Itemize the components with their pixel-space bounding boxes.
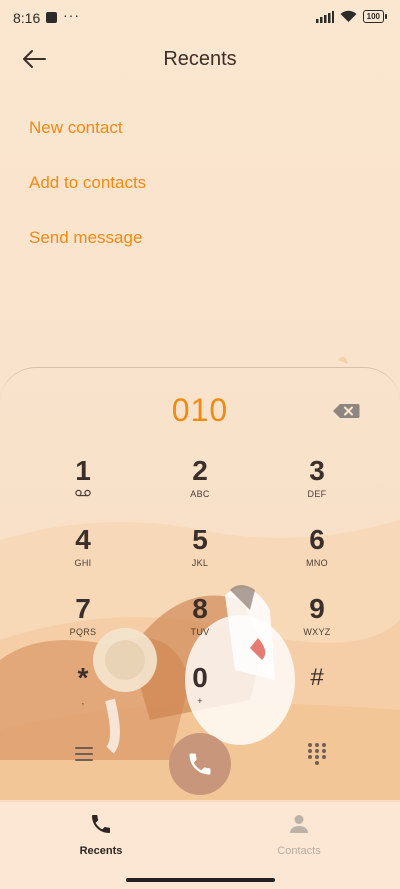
key-hash[interactable]: #: [262, 662, 372, 724]
battery-icon: 100: [362, 10, 388, 23]
status-icons: 100: [315, 10, 388, 23]
key-star[interactable]: * ,: [28, 662, 138, 724]
wifi-icon: [340, 10, 357, 22]
new-contact-option[interactable]: New contact: [29, 110, 146, 165]
bottom-navigation: Recents Contacts: [0, 802, 400, 889]
phone-icon: [92, 815, 110, 833]
key-3[interactable]: 3 DEF: [262, 455, 372, 517]
key-2[interactable]: 2 ABC: [145, 455, 255, 517]
backspace-icon: [333, 404, 360, 418]
keypad-toggle-button[interactable]: [306, 742, 328, 766]
key-9[interactable]: 9 WXYZ: [262, 593, 372, 655]
status-bar: 8:16 ··· 100: [0, 0, 400, 36]
tab-contacts[interactable]: Contacts: [229, 812, 369, 857]
signal-icon: [315, 10, 334, 23]
key-1[interactable]: 1: [28, 455, 138, 517]
home-indicator[interactable]: [126, 878, 275, 882]
app-header: Recents: [0, 36, 400, 82]
action-menu: New contact Add to contacts Send message: [29, 110, 146, 275]
dialer-menu-button[interactable]: [72, 743, 96, 765]
call-button[interactable]: [169, 733, 231, 795]
more-notifications-icon: ···: [63, 7, 80, 23]
status-time: 8:16: [13, 10, 41, 26]
notification-icon: [46, 12, 57, 23]
tab-contacts-label: Contacts: [277, 845, 321, 857]
tab-recents-label: Recents: [79, 845, 123, 857]
key-5[interactable]: 5 JKL: [145, 524, 255, 586]
tab-recents[interactable]: Recents: [31, 812, 171, 857]
key-0[interactable]: 0 +: [145, 662, 255, 724]
person-icon: [290, 815, 308, 833]
key-8[interactable]: 8 TUV: [145, 593, 255, 655]
menu-lines-icon: [75, 747, 93, 761]
key-7[interactable]: 7 PQRS: [28, 593, 138, 655]
page-title: Recents: [163, 48, 237, 70]
voicemail-icon: [75, 489, 91, 497]
key-4[interactable]: 4 GHI: [28, 524, 138, 586]
key-6[interactable]: 6 MNO: [262, 524, 372, 586]
keypad-icon: [308, 743, 326, 765]
phone-icon: [189, 753, 211, 775]
add-to-contacts-option[interactable]: Add to contacts: [29, 165, 146, 220]
backspace-button[interactable]: [331, 402, 361, 420]
